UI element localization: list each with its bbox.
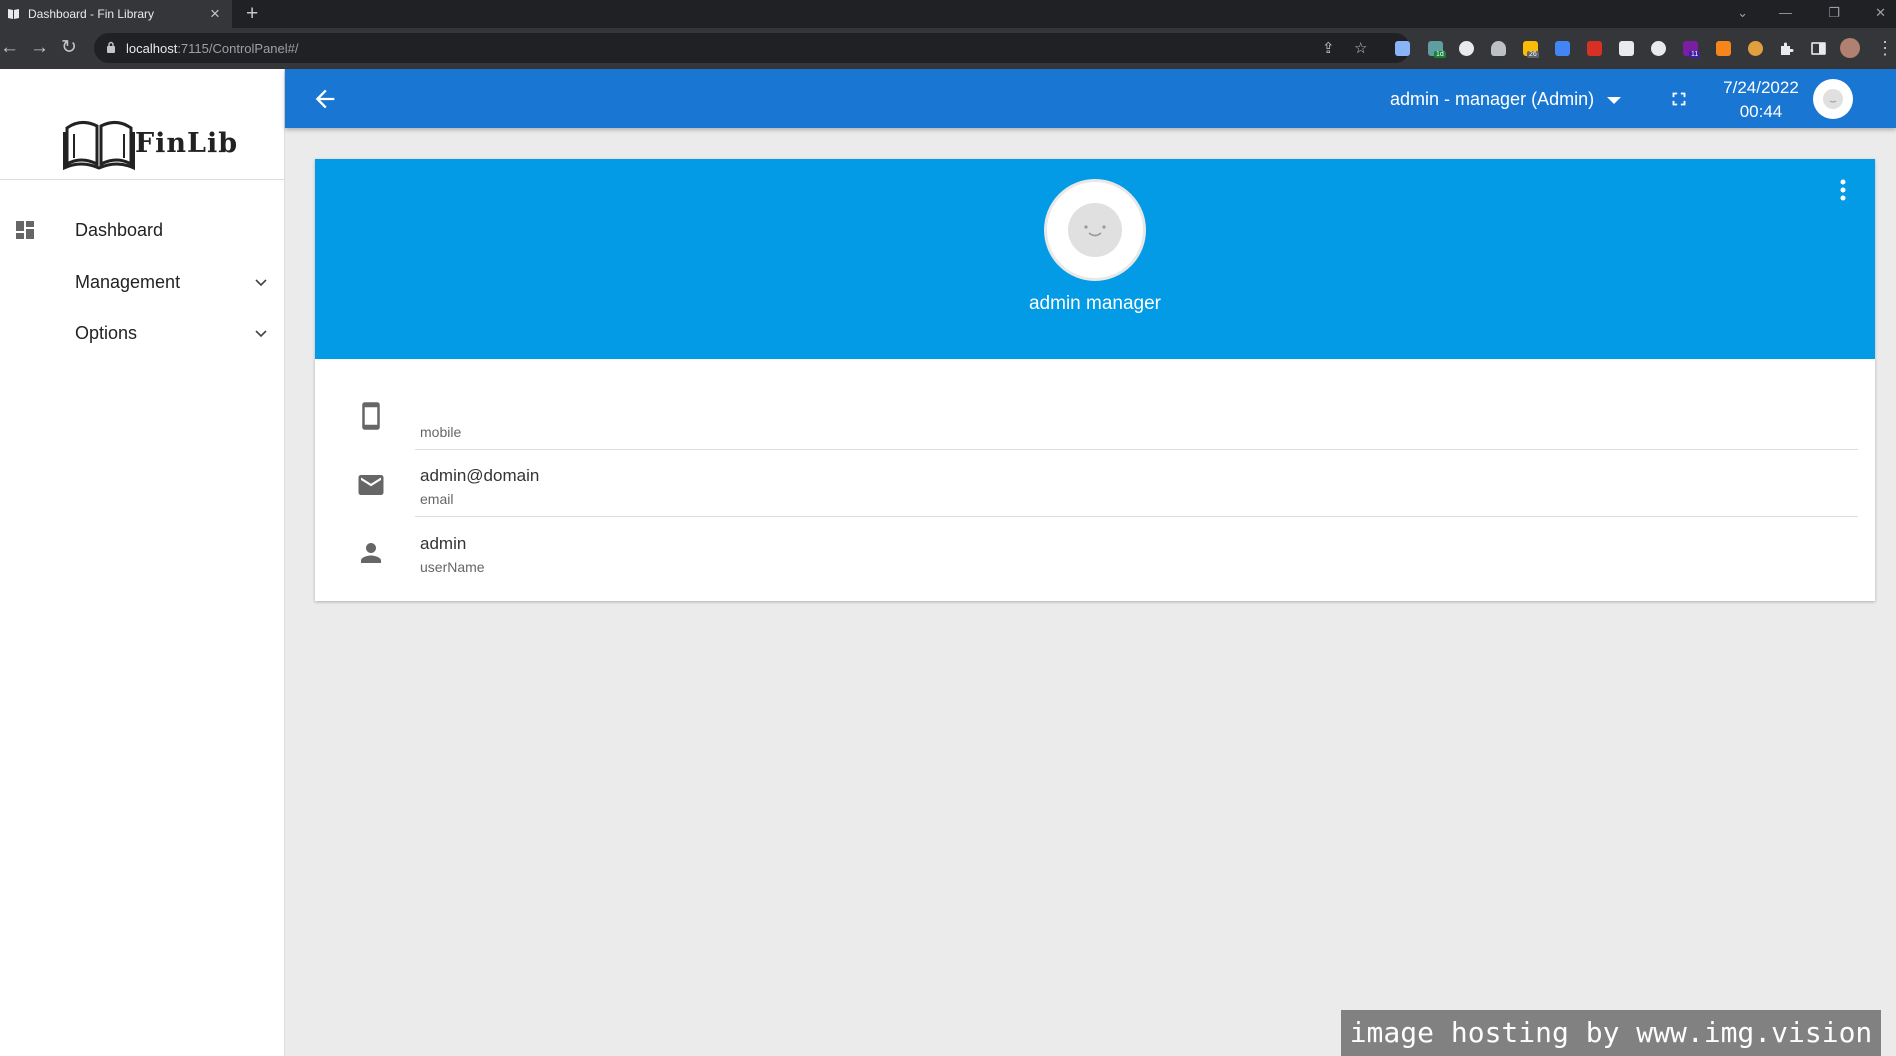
sidebar-item-options[interactable]: Options	[0, 313, 284, 353]
sidebar-item-management[interactable]: Management	[0, 262, 284, 302]
back-arrow-icon[interactable]	[311, 85, 339, 113]
fullscreen-icon[interactable]	[1668, 88, 1690, 110]
bookmark-star-icon[interactable]: ☆	[1354, 39, 1367, 57]
puzzle-extensions-icon[interactable]	[1779, 41, 1794, 56]
more-vert-icon[interactable]	[1840, 179, 1846, 201]
user-avatar[interactable]	[1813, 79, 1853, 119]
sidebar-item-label: Management	[75, 272, 181, 292]
forward-nav-icon[interactable]: →	[30, 37, 49, 59]
book-favicon-icon	[8, 9, 19, 19]
address-bar[interactable]: localhost:7115/ControlPanel#/ ⇪ ☆	[94, 33, 1410, 63]
profile-field-username: admin userName	[315, 520, 1875, 586]
field-divider	[415, 449, 1858, 450]
smiley-avatar-icon	[1823, 89, 1843, 109]
sidebar-item-dashboard[interactable]: Dashboard	[0, 210, 284, 250]
browser-toolbar: ← → ↻ localhost:7115/ControlPanel#/ ⇪ ☆ …	[0, 28, 1896, 69]
browser-tabstrip: Dashboard - Fin Library × + ⌄ — ❐ ✕	[0, 0, 1896, 28]
extension-icon[interactable]	[1395, 41, 1410, 56]
logo-text: FinLib	[135, 128, 239, 159]
profile-field-mobile: mobile	[315, 385, 1875, 451]
current-date: 7/24/2022	[1723, 78, 1799, 97]
new-tab-button[interactable]: +	[246, 2, 258, 26]
extension-badge: 11	[1689, 51, 1701, 58]
lock-icon	[107, 41, 115, 53]
profile-avatar-icon[interactable]	[1840, 38, 1860, 58]
reload-icon[interactable]: ↻	[61, 37, 77, 59]
chevron-down-icon	[255, 279, 267, 287]
browser-menu-icon[interactable]: ⋮	[1876, 37, 1894, 59]
tab-close-icon[interactable]: ×	[210, 4, 220, 24]
back-nav-icon[interactable]: ←	[0, 37, 19, 59]
open-book-icon	[63, 121, 135, 171]
sidebar-item-label: Dashboard	[75, 220, 164, 240]
profile-avatar	[1044, 179, 1146, 281]
extension-badge: 1d	[1434, 51, 1446, 58]
sidebar-divider	[0, 179, 284, 180]
metamask-extension-icon[interactable]	[1716, 41, 1731, 56]
field-divider	[415, 516, 1858, 517]
url-text: localhost:7115/ControlPanel#/	[126, 41, 299, 56]
extension-icon[interactable]	[1587, 41, 1602, 56]
field-value: admin@domain	[420, 466, 540, 485]
restore-icon[interactable]: ❐	[1828, 5, 1840, 21]
finlib-logo: FinLib	[63, 114, 237, 174]
phone-icon	[362, 402, 380, 430]
translate-extension-icon[interactable]	[1555, 41, 1570, 56]
side-panel-icon[interactable]	[1811, 41, 1826, 56]
email-icon	[358, 475, 384, 495]
browser-tab[interactable]: Dashboard - Fin Library ×	[0, 0, 232, 28]
tab-search-icon[interactable]: ⌄	[1737, 5, 1748, 21]
field-label: userName	[420, 559, 485, 575]
share-icon[interactable]: ⇪	[1322, 39, 1335, 57]
app-toolbar: admin - manager (Admin) 7/24/2022 00:44	[285, 69, 1896, 128]
profile-full-name: admin manager	[1028, 293, 1162, 314]
sidebar-item-label: Options	[75, 323, 138, 343]
profile-card: admin manager mobile admin@domain email …	[315, 159, 1875, 601]
minimize-icon[interactable]: —	[1779, 5, 1792, 20]
dashboard-icon	[16, 221, 34, 239]
field-value: admin	[420, 534, 467, 553]
field-label: email	[420, 491, 454, 507]
profile-field-email: admin@domain email	[315, 452, 1875, 518]
tab-title: Dashboard - Fin Library	[28, 7, 155, 21]
caret-down-icon[interactable]	[1607, 97, 1621, 104]
sidebar: FinLib Dashboard Management Options	[0, 69, 285, 1056]
user-menu-button[interactable]: admin - manager (Admin)	[1390, 89, 1594, 110]
extension-badge: 26	[1527, 51, 1539, 58]
current-time: 00:44	[1739, 102, 1783, 121]
watermark-banner: image hosting by www.img.vision	[1341, 1010, 1881, 1056]
profile-header: admin manager	[315, 159, 1875, 359]
extension-icon[interactable]	[1619, 41, 1634, 56]
extension-icon[interactable]	[1651, 41, 1666, 56]
extension-icon[interactable]	[1491, 41, 1506, 56]
field-label: mobile	[420, 424, 462, 440]
extension-icon[interactable]	[1459, 41, 1474, 56]
window-close-icon[interactable]: ✕	[1875, 5, 1886, 21]
smiley-avatar-icon	[1068, 203, 1122, 257]
cookie-extension-icon[interactable]	[1748, 41, 1763, 56]
chevron-down-icon	[255, 330, 267, 338]
person-icon	[361, 543, 381, 563]
